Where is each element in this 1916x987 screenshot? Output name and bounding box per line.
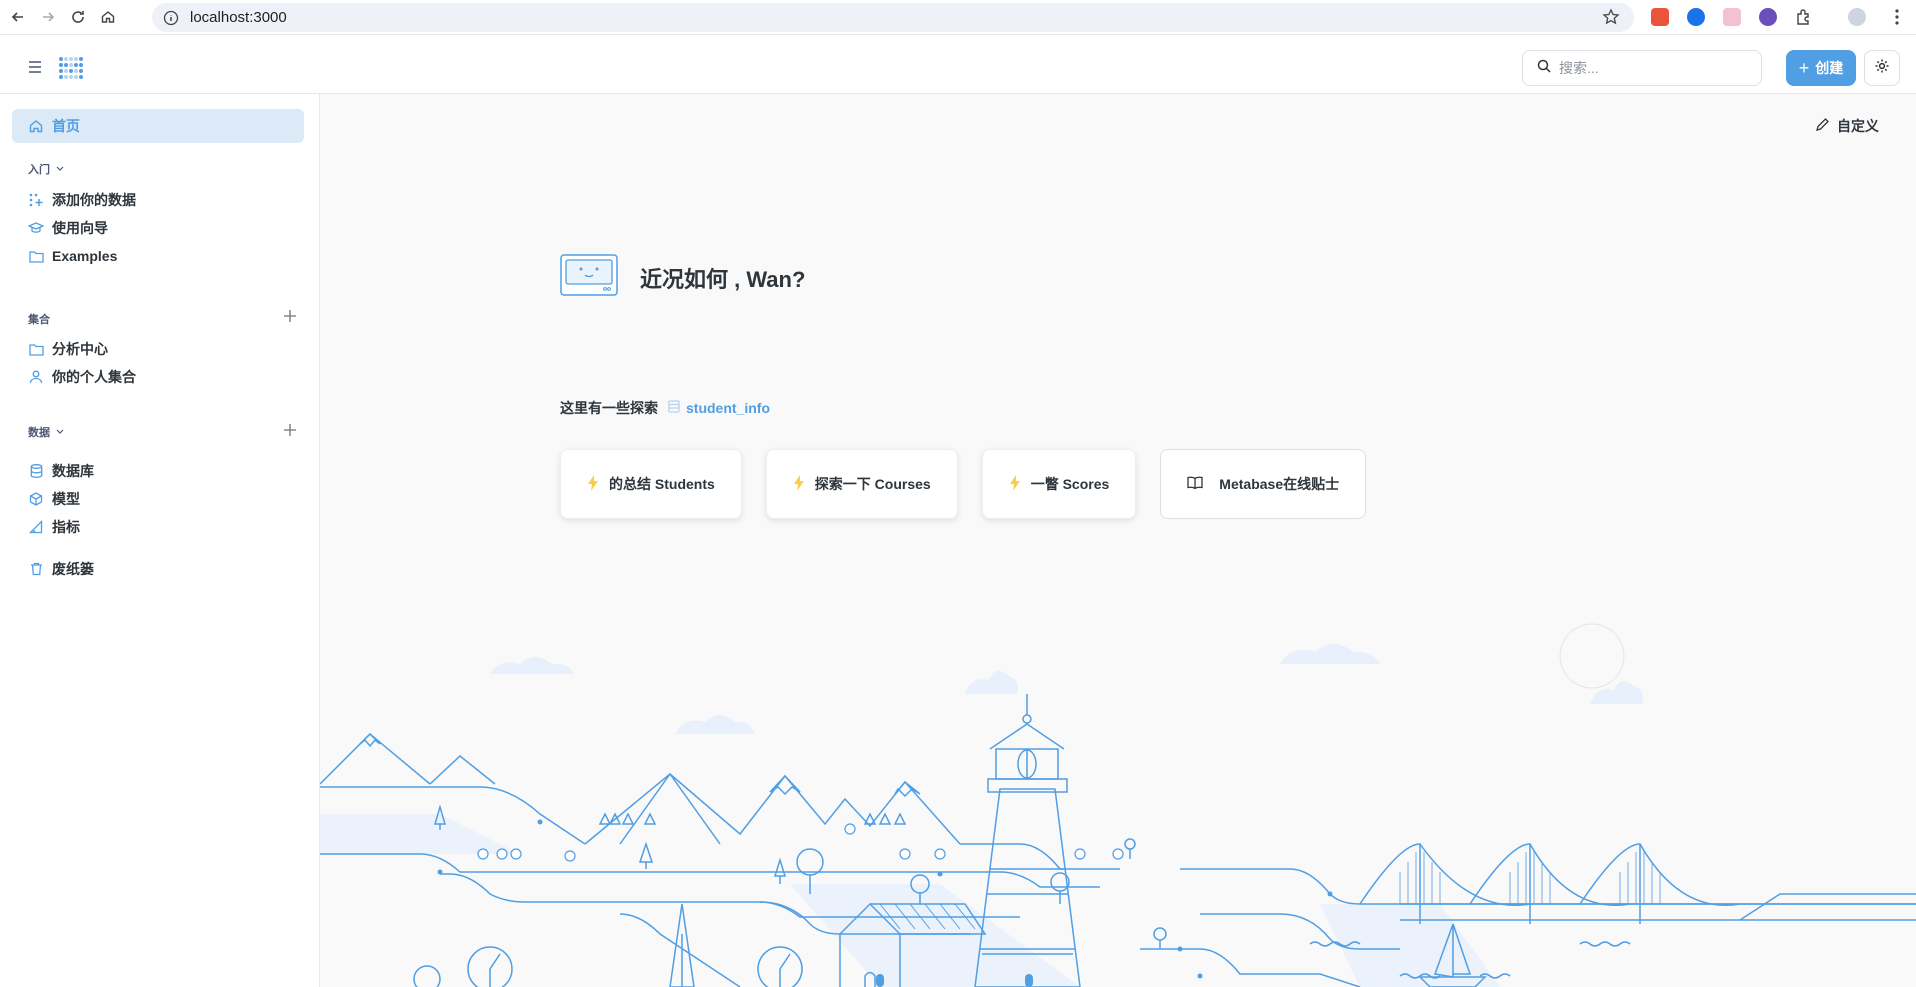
landscape-illustration (320, 623, 1916, 987)
card-label: 的总结 Students (609, 476, 715, 492)
table-icon (668, 400, 680, 416)
bolt-icon (587, 474, 599, 494)
search-input[interactable] (1559, 60, 1739, 76)
extensions-puzzle-icon[interactable] (1795, 8, 1813, 26)
section-title: 数据 (28, 427, 50, 439)
section-title: 集合 (28, 314, 50, 326)
section-header-collections: 集合 (28, 311, 50, 327)
extension-json-icon[interactable] (1651, 8, 1669, 26)
xray-card-scores[interactable]: 一瞥 Scores (981, 449, 1137, 519)
search-box[interactable] (1522, 50, 1762, 86)
sidebar-item-label: 指标 (52, 519, 80, 535)
folder-icon (28, 248, 44, 264)
site-info-icon[interactable] (162, 9, 180, 27)
settings-button[interactable] (1864, 50, 1900, 86)
bookmark-star-icon[interactable] (1602, 8, 1620, 31)
search-icon (1537, 59, 1551, 78)
sidebar-item-trash[interactable]: 废纸篓 (12, 552, 304, 586)
back-icon[interactable] (6, 5, 30, 29)
card-label: 探索一下 Courses (814, 476, 931, 492)
gear-icon (1874, 58, 1890, 79)
sidebar-item-label: 添加你的数据 (52, 192, 136, 208)
chevron-down-icon (56, 163, 64, 175)
plus-icon: + (1798, 57, 1810, 78)
pencil-icon (1816, 118, 1829, 134)
create-button-label: 创建 (1815, 60, 1844, 76)
sidebar-item-label: 你的个人集合 (52, 369, 136, 385)
sidebar-item-metrics[interactable]: 指标 (12, 510, 304, 544)
section-title: 入门 (28, 164, 50, 176)
address-bar[interactable]: localhost:3000 (152, 3, 1634, 32)
main-content: 自定义 近况如何 , Wan? 这里有一些探索 student_info 的总结… (320, 94, 1916, 987)
url-text: localhost:3000 (190, 9, 287, 26)
xray-card-courses[interactable]: 探索一下 Courses (765, 449, 958, 519)
browser-menu-icon[interactable] (1894, 8, 1900, 31)
bolt-icon (793, 474, 805, 494)
xray-card-students[interactable]: 的总结 Students (560, 449, 742, 519)
model-cube-icon (28, 491, 44, 507)
sidebar-item-label: 废纸篓 (52, 561, 94, 577)
person-icon (28, 369, 44, 385)
folder-icon (28, 341, 44, 357)
graduation-cap-icon (28, 220, 44, 236)
card-label: 一瞥 Scores (1030, 476, 1110, 492)
book-icon (1187, 476, 1203, 492)
app-header: + 创建 (0, 35, 1916, 94)
bolt-icon (1009, 474, 1021, 494)
trash-icon (28, 561, 44, 577)
sidebar-item-examples[interactable]: Examples (12, 239, 304, 273)
home-icon[interactable] (96, 5, 120, 29)
sidebar: 首页 入门 添加你的数据 使用向导 Examples 集合 分析中心 你的个人集… (0, 94, 320, 987)
create-button[interactable]: + 创建 (1786, 50, 1856, 86)
metabot-icon (560, 254, 618, 301)
sidebar-item-home[interactable]: 首页 (12, 109, 304, 143)
sidebar-item-label: 分析中心 (52, 341, 108, 357)
sidebar-item-label: 使用向导 (52, 220, 108, 236)
customize-button[interactable]: 自定义 (1816, 116, 1879, 136)
profile-avatar-icon[interactable] (1848, 8, 1866, 26)
sidebar-item-label: 首页 (52, 118, 80, 134)
reload-icon[interactable] (66, 5, 90, 29)
section-header-data[interactable]: 数据 (28, 424, 64, 440)
metabase-logo-icon[interactable] (58, 56, 84, 87)
extension-download-icon[interactable] (1687, 8, 1705, 26)
extension-purple-icon[interactable] (1759, 8, 1777, 26)
add-collection-plus-icon[interactable] (282, 308, 298, 324)
extension-pink-icon[interactable] (1723, 8, 1741, 26)
home-icon (28, 118, 44, 134)
greeting-title: 近况如何 , Wan? (640, 266, 806, 292)
metabase-tips-card[interactable]: Metabase在线贴士 (1160, 449, 1367, 519)
customize-label: 自定义 (1837, 118, 1879, 134)
chevron-down-icon (56, 426, 64, 438)
sidebar-item-label: 数据库 (52, 463, 94, 479)
add-data-plus-icon[interactable] (282, 422, 298, 438)
explore-table-link[interactable]: student_info (686, 400, 770, 416)
greeting: 近况如何 , Wan? (560, 254, 805, 301)
card-label: Metabase在线贴士 (1219, 476, 1340, 492)
section-header-getting-started[interactable]: 入门 (28, 161, 64, 177)
sidebar-item-personal-collection[interactable]: 你的个人集合 (12, 360, 304, 394)
metric-icon (28, 519, 44, 535)
explore-label: 这里有一些探索 (560, 400, 658, 416)
add-data-icon (28, 192, 44, 208)
xray-cards: 的总结 Students 探索一下 Courses 一瞥 Scores Meta… (560, 449, 1390, 519)
sidebar-item-label: Examples (52, 248, 118, 264)
browser-toolbar: localhost:3000 (0, 0, 1916, 35)
explore-heading: 这里有一些探索 student_info (560, 398, 770, 418)
sidebar-item-label: 模型 (52, 491, 80, 507)
hamburger-menu-icon[interactable] (28, 60, 42, 78)
database-icon (28, 463, 44, 479)
forward-icon[interactable] (36, 5, 60, 29)
